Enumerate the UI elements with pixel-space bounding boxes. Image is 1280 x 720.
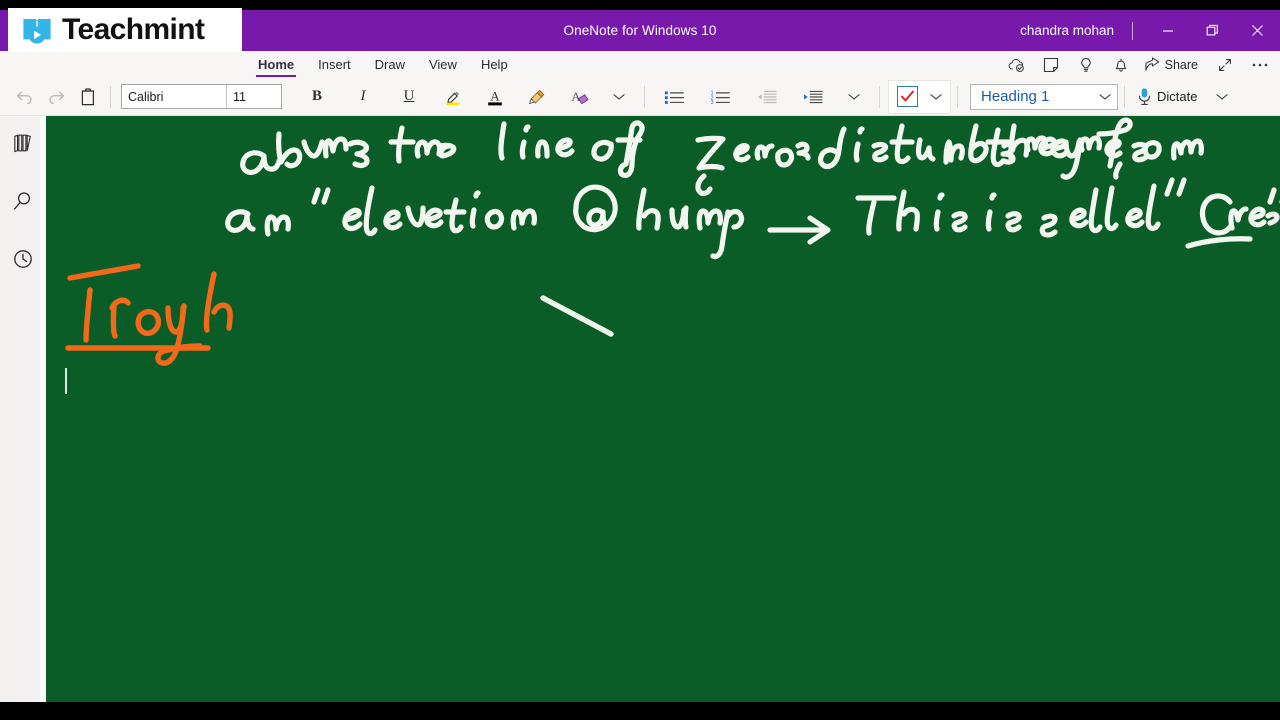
book-play-icon (23, 18, 51, 44)
ink-stroke-line-1b (985, 117, 1204, 180)
tab-view[interactable]: View (417, 51, 469, 78)
microphone-icon (1138, 88, 1151, 105)
share-icon (1145, 57, 1159, 71)
chevron-down-icon (1099, 93, 1111, 100)
tab-home[interactable]: Home (246, 51, 306, 78)
text-cursor (65, 368, 67, 394)
dictate-chevron-icon[interactable] (1207, 82, 1237, 112)
font-color-icon: A (488, 88, 502, 105)
minimize-button[interactable] (1145, 10, 1190, 51)
undo-button[interactable] (9, 82, 39, 112)
clear-formatting-icon: A (571, 89, 589, 104)
highlight-button[interactable] (438, 82, 468, 112)
ink-layer (65, 117, 1280, 366)
ink-stroke-line-2 (225, 177, 1280, 260)
svg-text:A: A (571, 89, 581, 104)
sticky-note-icon[interactable] (1035, 52, 1068, 78)
underline-button[interactable]: U (394, 82, 424, 112)
numbered-list-icon: 1 2 3 (710, 90, 730, 105)
share-button[interactable]: Share (1140, 52, 1206, 78)
toolbar-divider-5 (1124, 85, 1125, 108)
notebooks-icon (14, 134, 31, 153)
font-size-input[interactable]: 11 (227, 85, 281, 108)
ink-stroke-trough (65, 263, 233, 366)
checkbox-check-icon (900, 90, 915, 102)
search-icon (13, 192, 31, 210)
format-painter-button[interactable] (522, 82, 552, 112)
dictate-label: Dictate (1157, 89, 1198, 104)
toolbar-divider-1 (110, 85, 111, 108)
lightbulb-icon[interactable] (1070, 52, 1103, 78)
font-name-input[interactable]: Calibri (122, 85, 227, 108)
expand-arrow-icon[interactable] (1208, 52, 1241, 78)
toolbar-divider-4 (957, 85, 958, 108)
formatting-toolbar: Calibri 11 B I U A A 1 2 3 Heading 1 Dic… (0, 78, 1280, 116)
font-controls: Calibri 11 (121, 84, 282, 109)
clipboard-icon (81, 87, 94, 105)
todo-tag-button[interactable] (897, 86, 918, 107)
ellipsis-icon[interactable] (1243, 52, 1276, 78)
onenote-window: OneNote for Windows 10 chandra mohan Tea… (0, 0, 1280, 720)
font-options-chevron-icon[interactable] (604, 82, 634, 112)
tags-chevron-icon[interactable] (925, 82, 947, 112)
style-dropdown[interactable]: Heading 1 (970, 83, 1118, 110)
toolbar-divider-2 (644, 85, 645, 108)
clock-icon (14, 250, 32, 268)
increase-indent-icon (803, 90, 823, 103)
account-name[interactable]: chandra mohan (1010, 23, 1130, 38)
tab-insert[interactable]: Insert (306, 51, 363, 78)
increase-indent-button[interactable] (797, 82, 827, 112)
restore-button[interactable] (1190, 10, 1235, 51)
title-bar-right: chandra mohan (1010, 10, 1280, 51)
close-button[interactable] (1235, 10, 1280, 51)
redo-button[interactable] (41, 82, 71, 112)
screen-bottom-letterbox (0, 702, 1280, 720)
bullets-button[interactable] (659, 82, 689, 112)
decrease-indent-button[interactable] (751, 82, 781, 112)
numbering-button[interactable]: 1 2 3 (705, 82, 735, 112)
svg-text:3: 3 (710, 100, 713, 105)
decrease-indent-icon (757, 90, 777, 103)
clear-formatting-button[interactable]: A (564, 82, 594, 112)
dictate-button[interactable]: Dictate (1137, 87, 1197, 106)
ink-stroke-diagonal (540, 295, 614, 337)
highlighter-icon (446, 90, 460, 105)
paragraph-options-chevron-icon[interactable] (839, 82, 869, 112)
style-value: Heading 1 (981, 88, 1050, 105)
share-label: Share (1164, 57, 1198, 72)
teachmint-wordmark: Teachmint (62, 13, 205, 46)
teachmint-watermark: Teachmint (8, 8, 242, 52)
bullet-list-icon (664, 90, 684, 104)
todo-tag-group (888, 79, 951, 114)
italic-button[interactable]: I (348, 82, 378, 112)
toolbar-divider-3 (879, 85, 880, 108)
svg-text:A: A (490, 88, 500, 103)
cloud-sync-icon[interactable] (1000, 52, 1033, 78)
paste-button[interactable] (73, 82, 103, 112)
bell-icon[interactable] (1105, 52, 1138, 78)
note-canvas[interactable] (46, 116, 1280, 702)
ribbon-tab-strip: Home Insert Draw View Help Share (0, 51, 1280, 78)
bold-button[interactable]: B (302, 82, 332, 112)
ribbon-right-actions: Share (1000, 51, 1276, 78)
tab-draw[interactable]: Draw (363, 51, 417, 78)
title-divider (1132, 21, 1133, 40)
font-color-button[interactable]: A (480, 82, 510, 112)
format-painter-icon (528, 89, 545, 104)
tab-help[interactable]: Help (469, 51, 520, 78)
